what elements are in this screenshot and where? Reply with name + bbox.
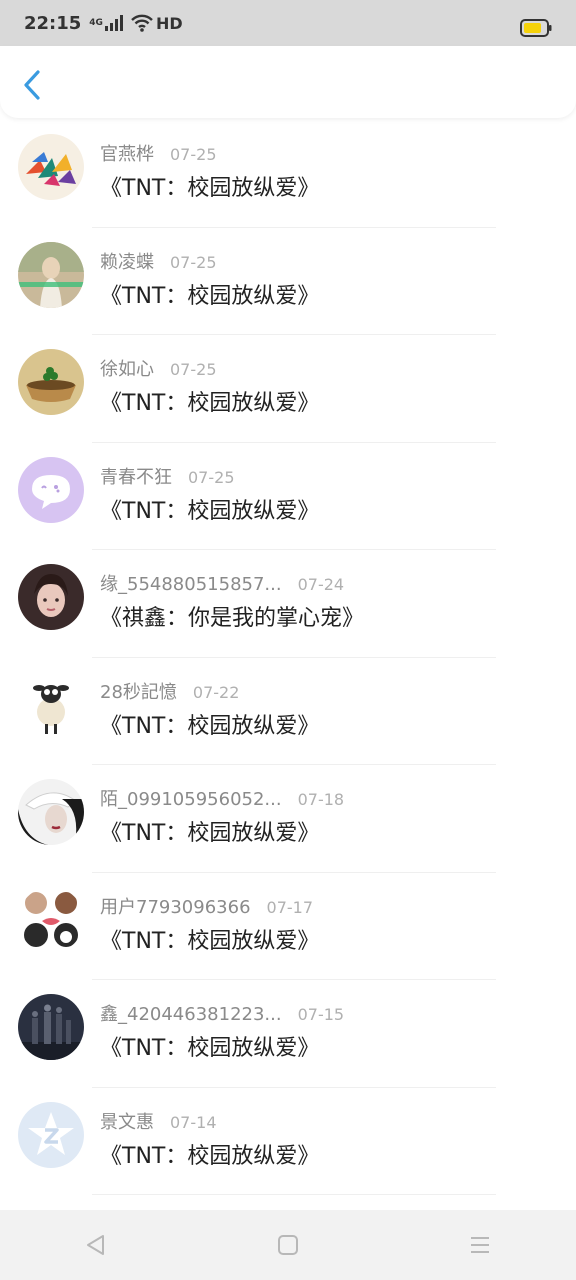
nav-home-button[interactable] (268, 1225, 308, 1265)
book-title[interactable]: 《TNT：校园放纵爱》 (100, 278, 319, 310)
book-title[interactable]: 《TNT：校园放纵爱》 (100, 708, 319, 740)
avatar-stage-group[interactable] (18, 994, 84, 1060)
list-item[interactable]: 景文惠 07-14 《TNT：校园放纵爱》 (0, 1088, 576, 1195)
user-name: 徐如心 (100, 359, 154, 380)
book-title[interactable]: 《TNT：校园放纵爱》 (100, 170, 319, 202)
battery-icon (520, 19, 552, 37)
list-item[interactable]: 陌_099105956052... 07-18 《TNT：校园放纵爱》 (0, 765, 576, 873)
post-date: 07-17 (266, 897, 314, 917)
app-header (0, 46, 576, 118)
user-name: 青春不狂 (100, 466, 172, 488)
list-item[interactable]: 用户7793096366 07-17 《TNT：校园放纵爱》 (0, 873, 576, 980)
divider (92, 1194, 496, 1195)
book-title[interactable]: 《TNT：校园放纵爱》 (100, 815, 319, 847)
book-title[interactable]: 《祺鑫：你是我的掌心宠》 (100, 600, 364, 632)
book-title[interactable]: 《TNT：校园放纵爱》 (100, 1138, 319, 1170)
nav-back-button[interactable] (76, 1225, 116, 1265)
post-date: 07-25 (170, 145, 217, 164)
user-name: 28秒記憶 (100, 681, 177, 703)
user-name: 赖凌蝶 (100, 251, 154, 273)
wifi-icon (131, 14, 153, 32)
menu-lines-icon (471, 1237, 489, 1253)
avatar-chat-bubble[interactable] (18, 456, 84, 523)
post-date: 07-25 (170, 360, 217, 379)
post-date: 07-22 (192, 682, 240, 702)
user-name: 陌_099105956052... (100, 789, 282, 810)
user-name: 缘_554880515857... (100, 574, 282, 595)
user-name: 景文惠 (100, 1111, 154, 1133)
system-nav-bar (0, 1210, 576, 1280)
avatar-paper-cranes[interactable] (18, 134, 84, 200)
post-date: 07-18 (297, 790, 345, 809)
user-list: 官燕桦 07-25 《TNT：校园放纵爱》 赖凌蝶 07-25 《TNT：校园放… (0, 120, 576, 1195)
home-square-icon (278, 1235, 298, 1255)
book-title[interactable]: 《TNT：校园放纵爱》 (100, 385, 319, 417)
back-triangle-icon (87, 1235, 104, 1255)
post-date: 07-25 (170, 252, 217, 272)
post-date: 07-25 (188, 467, 235, 487)
book-title[interactable]: 《TNT：校园放纵爱》 (100, 923, 319, 955)
hd-indicator: HD (155, 13, 183, 33)
user-name: 官燕桦 (100, 144, 154, 165)
status-time: 22:15 (24, 12, 82, 34)
list-item[interactable]: 青春不狂 07-25 《TNT：校园放纵爱》 (0, 443, 576, 550)
status-bar: 22:15 4G HD (0, 0, 576, 46)
user-name: 鑫_420446381223... (100, 1004, 282, 1025)
list-item[interactable]: 徐如心 07-25 《TNT：校园放纵爱》 (0, 335, 576, 443)
avatar-sheep[interactable] (18, 671, 84, 738)
nav-menu-button[interactable] (460, 1225, 500, 1265)
avatar-puppies[interactable] (18, 886, 84, 953)
post-date: 07-14 (170, 1112, 217, 1132)
user-name: 用户7793096366 (100, 896, 251, 918)
post-date: 07-24 (297, 575, 345, 594)
avatar-girl-photo[interactable] (18, 241, 84, 308)
list-item[interactable]: 28秒記憶 07-22 《TNT：校园放纵爱》 (0, 658, 576, 765)
avatar-qq-default[interactable] (18, 1101, 84, 1168)
network-type: 4G (89, 18, 103, 28)
avatar-clover-cup[interactable] (18, 349, 84, 415)
list-item[interactable]: 官燕桦 07-25 《TNT：校园放纵爱》 (0, 120, 576, 228)
list-item[interactable]: 鑫_420446381223... 07-15 《TNT：校园放纵爱》 (0, 980, 576, 1088)
list-item[interactable]: 缘_554880515857... 07-24 《祺鑫：你是我的掌心宠》 (0, 550, 576, 658)
chevron-left-icon (24, 70, 40, 100)
avatar-hat-girl[interactable] (18, 779, 84, 845)
signal-icon (104, 15, 123, 31)
list-item[interactable]: 赖凌蝶 07-25 《TNT：校园放纵爱》 (0, 228, 576, 335)
avatar-girl-portrait[interactable] (18, 564, 84, 630)
post-date: 07-15 (297, 1005, 345, 1024)
back-button[interactable] (18, 68, 46, 102)
book-title[interactable]: 《TNT：校园放纵爱》 (100, 1030, 319, 1062)
book-title[interactable]: 《TNT：校园放纵爱》 (100, 493, 319, 525)
